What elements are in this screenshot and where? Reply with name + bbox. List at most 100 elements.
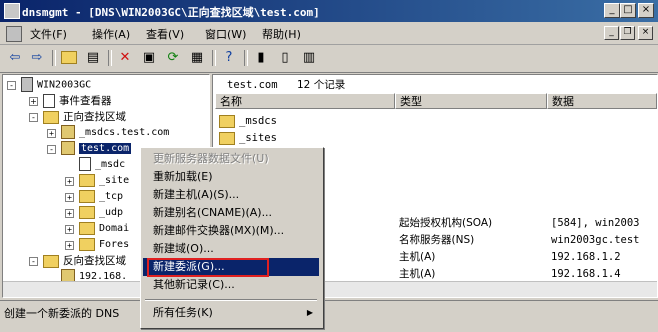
- toolbar-separator: [52, 50, 56, 66]
- tree-label: _msdcs.test.com: [79, 127, 170, 138]
- folder-icon: [43, 254, 59, 268]
- expand-icon[interactable]: +: [47, 129, 56, 138]
- menu-item-new-host[interactable]: 新建主机(A)(S)...: [143, 186, 319, 204]
- list-item-name: _sites: [239, 132, 277, 144]
- menu-view[interactable]: 查看(V): [146, 26, 184, 42]
- forward-arrow-icon[interactable]: ⇨: [28, 49, 46, 67]
- export-list-icon[interactable]: ▦: [188, 49, 206, 67]
- menu-item-update-data-file[interactable]: 更新服务器数据文件(U): [143, 150, 319, 168]
- collapse-icon[interactable]: -: [47, 145, 56, 154]
- tree-item-child[interactable]: + Fores: [65, 237, 129, 253]
- menu-file[interactable]: 文件(F): [30, 26, 67, 42]
- back-arrow-icon[interactable]: ⇦: [6, 49, 24, 67]
- tree-label-selected: test.com: [77, 142, 133, 155]
- expand-icon[interactable]: +: [65, 241, 74, 250]
- folder-icon: [43, 110, 59, 124]
- menu-item-new-domain[interactable]: 新建域(O)...: [143, 240, 319, 258]
- title-bar[interactable]: dnsmgmt - [DNS\WIN2003GC\正向查找区域\test.com…: [0, 0, 658, 22]
- folder-icon: [219, 131, 235, 145]
- zone-icon: [61, 125, 75, 139]
- close-button[interactable]: ×: [638, 3, 654, 18]
- tree-label: _site: [99, 175, 130, 186]
- list-zone-title: test.com: [227, 79, 278, 91]
- menu-item-all-tasks[interactable]: 所有任务(K) ▶: [143, 304, 319, 322]
- collapse-icon[interactable]: -: [7, 81, 16, 90]
- menu-item-new-alias[interactable]: 新建别名(CNAME)(A)...: [143, 204, 319, 222]
- window-title: dnsmgmt - [DNS\WIN2003GC\正向查找区域\test.com…: [22, 6, 320, 19]
- record-icon: [79, 157, 91, 171]
- mdi-restore-button[interactable]: ❐: [620, 26, 635, 40]
- tree-item-server[interactable]: - WIN2003GC: [7, 77, 91, 93]
- app-icon[interactable]: [4, 3, 20, 19]
- column-header-type[interactable]: 类型: [395, 93, 547, 109]
- folder-icon: [79, 189, 95, 203]
- help-icon[interactable]: ?: [220, 49, 238, 67]
- expand-icon[interactable]: +: [29, 97, 38, 106]
- tree-label: Fores: [99, 239, 130, 250]
- show-tree-icon[interactable]: ▤: [84, 49, 102, 67]
- record-data[interactable]: 192.168.1.2: [551, 249, 621, 265]
- list-item[interactable]: _sites: [219, 130, 277, 146]
- tree-label: 事件查看器: [59, 95, 112, 107]
- tree-label: Domai: [99, 223, 130, 234]
- menu-item-other-new-records[interactable]: 其他新记录(C)...: [143, 276, 319, 294]
- tree-label: _msdc: [95, 159, 126, 170]
- refresh-icon[interactable]: ⟳: [164, 49, 182, 67]
- new-zone-icon[interactable]: ▥: [300, 49, 318, 67]
- record-type[interactable]: 起始授权机构(SOA): [399, 215, 492, 231]
- menu-help[interactable]: 帮助(H): [262, 26, 301, 42]
- menu-action[interactable]: 操作(A): [92, 26, 130, 42]
- menu-item-label: 所有任务(K): [153, 306, 213, 319]
- expand-icon[interactable]: +: [65, 193, 74, 202]
- folder-icon: [219, 114, 235, 128]
- tree-item-event-viewer[interactable]: + 事件查看器: [29, 93, 112, 109]
- record-data[interactable]: [584], win2003: [551, 215, 640, 231]
- tree-label: 正向查找区域: [63, 111, 126, 123]
- tree-item-child[interactable]: + _udp: [65, 205, 123, 221]
- tree-item-child[interactable]: _msdc: [65, 157, 125, 173]
- tree-item-reverse-zones[interactable]: - 反向查找区域: [29, 253, 126, 269]
- menu-window[interactable]: 窗口(W): [205, 26, 246, 42]
- tree-item-child[interactable]: + Domai: [65, 221, 129, 237]
- expand-icon[interactable]: +: [65, 209, 74, 218]
- tree-item-forward-zones[interactable]: - 正向查找区域: [29, 109, 126, 125]
- event-viewer-icon: [43, 94, 55, 108]
- delete-icon[interactable]: ✕: [116, 49, 134, 67]
- record-type[interactable]: 名称服务器(NS): [399, 232, 474, 248]
- mdi-minimize-button[interactable]: _: [604, 26, 619, 40]
- record-data[interactable]: 192.168.1.4: [551, 266, 621, 282]
- tree-item-child[interactable]: + _site: [65, 173, 129, 189]
- list-item[interactable]: _msdcs: [219, 113, 277, 129]
- expand-icon[interactable]: +: [65, 225, 74, 234]
- folder-icon: [79, 173, 95, 187]
- menu-item-new-mail-exchanger[interactable]: 新建邮件交换器(MX)(M)...: [143, 222, 319, 240]
- collapse-icon[interactable]: -: [29, 257, 38, 266]
- tree-label: _tcp: [99, 191, 124, 202]
- record-type[interactable]: 主机(A): [399, 249, 435, 265]
- server-icon[interactable]: ▮: [252, 49, 270, 67]
- list-item-name: _msdcs: [239, 115, 277, 127]
- column-header-name[interactable]: 名称: [215, 93, 395, 109]
- column-header-data[interactable]: 数据: [547, 93, 657, 109]
- maximize-button[interactable]: □: [620, 3, 636, 18]
- record-count: 12 个记录: [297, 79, 346, 91]
- collapse-icon[interactable]: -: [29, 113, 38, 122]
- tree-item-child[interactable]: + _tcp: [65, 189, 123, 205]
- folder-icon: [79, 221, 95, 235]
- minimize-button[interactable]: _: [604, 3, 620, 18]
- tree-item-test-zone[interactable]: - test.com: [47, 141, 133, 157]
- tree-item-msdcs-zone[interactable]: + _msdcs.test.com: [47, 125, 169, 141]
- server-icon: [21, 77, 33, 92]
- mdi-close-button[interactable]: ×: [638, 26, 653, 40]
- properties-icon[interactable]: ▣: [140, 49, 158, 67]
- menu-separator: [145, 299, 317, 301]
- new-record-icon[interactable]: ▯: [276, 49, 294, 67]
- mmc-icon[interactable]: [6, 26, 22, 42]
- record-data[interactable]: win2003gc.test: [551, 232, 640, 248]
- status-bar: 创建一个新委派的 DNS: [0, 300, 658, 323]
- menu-item-reload[interactable]: 重新加载(E): [143, 168, 319, 186]
- record-type[interactable]: 主机(A): [399, 266, 435, 282]
- tree-label: _udp: [99, 207, 124, 218]
- up-folder-icon[interactable]: [60, 49, 78, 67]
- expand-icon[interactable]: +: [65, 177, 74, 186]
